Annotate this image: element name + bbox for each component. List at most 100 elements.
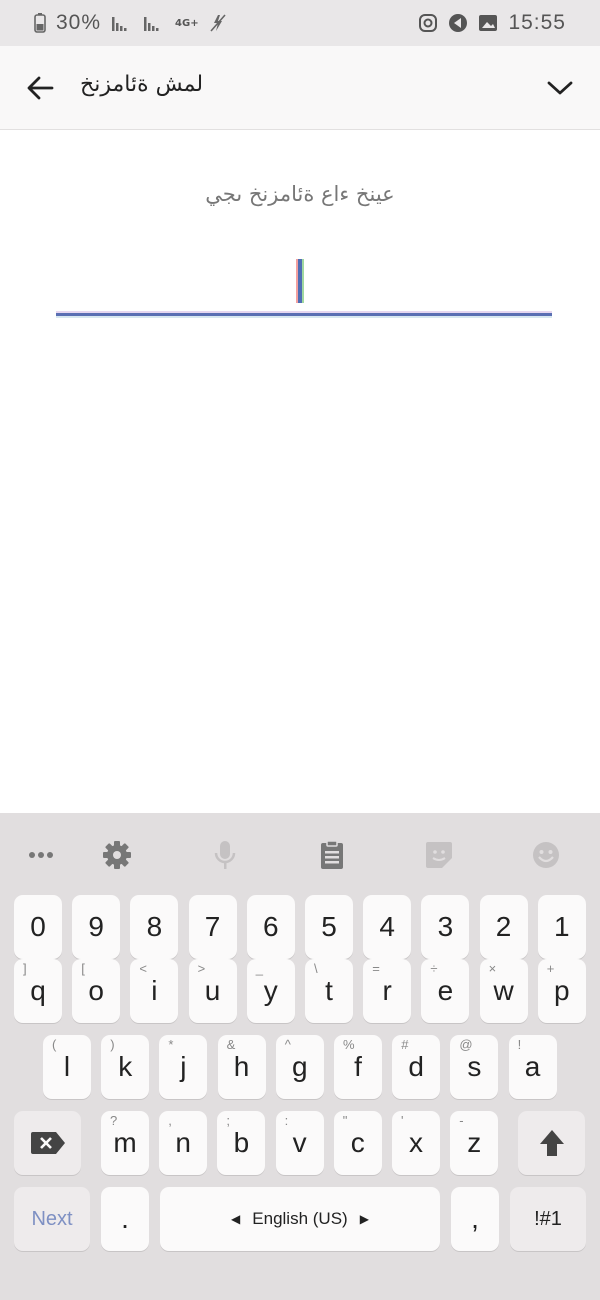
key-label: s: [467, 1051, 482, 1082]
key-r[interactable]: = r: [363, 959, 412, 1023]
key-b[interactable]: ; b: [217, 1111, 266, 1175]
key-m[interactable]: ? m: [101, 1111, 149, 1175]
key-label: 1: [554, 911, 570, 942]
key-0[interactable]: 0: [14, 895, 62, 959]
signal-icon-2: [143, 14, 165, 32]
key-6[interactable]: 6: [246, 895, 295, 959]
collapse-button[interactable]: [536, 68, 584, 108]
gear-icon[interactable]: [97, 835, 137, 875]
key-p[interactable]: + p: [537, 959, 586, 1023]
key-o[interactable]: [o: [72, 959, 121, 1023]
backspace-icon: [30, 1132, 65, 1154]
key-label: f: [354, 1051, 362, 1082]
app-bar: لمش ةئامزنخ: [0, 46, 600, 130]
gallery-icon: [478, 14, 498, 32]
key-label: g: [292, 1051, 308, 1082]
key-label: 2: [495, 911, 512, 942]
key-n[interactable]: ,n: [159, 1111, 208, 1175]
key-h[interactable]: & h: [217, 1035, 266, 1099]
key-label: c: [350, 1127, 365, 1158]
key-z[interactable]: -z: [450, 1111, 499, 1175]
key-alt-label: \: [314, 961, 318, 976]
key-a[interactable]: ! a: [508, 1035, 557, 1099]
key-v[interactable]: :v: [275, 1111, 324, 1175]
comma-key[interactable]: ,: [451, 1187, 499, 1251]
key-f[interactable]: % f: [334, 1035, 382, 1099]
key-j[interactable]: * j: [159, 1035, 208, 1099]
key-alt-label: ?: [110, 1113, 118, 1128]
key-alt-label: -: [459, 1113, 464, 1128]
key-9[interactable]: 9: [72, 895, 121, 959]
key-q[interactable]: ] q: [14, 959, 62, 1023]
key-4[interactable]: 4: [363, 895, 412, 959]
key-label: v: [292, 1127, 307, 1158]
more-icon[interactable]: [21, 835, 61, 875]
arrow-left-icon: [27, 76, 54, 100]
key-1[interactable]: 1: [537, 895, 586, 959]
right-arrow-icon: ▶: [359, 1212, 369, 1226]
key-alt-label: *: [168, 1037, 174, 1052]
key-2[interactable]: 2: [479, 895, 528, 959]
key-alt-label: ': [401, 1113, 404, 1128]
key-label: r: [382, 975, 392, 1006]
key-alt-label: ): [110, 1037, 115, 1052]
key-e[interactable]: ÷ e: [421, 959, 470, 1023]
key-3[interactable]: 3: [421, 895, 470, 959]
period-key-label: .: [121, 1203, 129, 1234]
left-arrow-icon: ◀: [231, 1212, 241, 1226]
next-key-label: Next: [31, 1207, 73, 1230]
symbols-key[interactable]: !#1: [510, 1187, 586, 1251]
backspace-key[interactable]: [14, 1111, 81, 1175]
space-key-label: English (US): [252, 1209, 348, 1228]
clipboard-icon[interactable]: [312, 835, 352, 875]
key-g[interactable]: ^ g: [275, 1035, 324, 1099]
key-7[interactable]: 7: [188, 895, 237, 959]
comma-key-label: ,: [471, 1203, 479, 1234]
key-label: 9: [88, 911, 104, 942]
key-w[interactable]: × w: [479, 959, 528, 1023]
key-label: d: [408, 1051, 424, 1082]
key-alt-label: %: [343, 1037, 355, 1052]
key-label: 6: [263, 911, 279, 942]
battery-icon: [34, 13, 46, 33]
key-i[interactable]: < i: [130, 959, 179, 1023]
instagram-icon: [418, 13, 438, 33]
back-button[interactable]: [18, 66, 62, 110]
key-x[interactable]: ' x: [392, 1111, 440, 1175]
emoji-icon[interactable]: [526, 835, 566, 875]
key-s[interactable]: @ s: [450, 1035, 499, 1099]
key-k[interactable]: ) k: [101, 1035, 150, 1099]
space-key[interactable]: ◀ English (US) ▶: [160, 1187, 440, 1251]
text-input[interactable]: [56, 255, 552, 321]
key-5[interactable]: 5: [305, 895, 353, 959]
key-t[interactable]: \ t: [305, 959, 353, 1023]
telegram-icon: [448, 13, 468, 33]
key-label: 4: [379, 911, 395, 942]
key-alt-label: ×: [488, 961, 497, 976]
key-y[interactable]: _ y: [246, 959, 295, 1023]
key-alt-label: &: [226, 1037, 236, 1052]
key-label: 0: [30, 911, 46, 942]
key-c[interactable]: " c: [333, 1111, 382, 1175]
key-d[interactable]: # d: [392, 1035, 441, 1099]
key-alt-label: ^: [284, 1037, 291, 1052]
key-label: m: [113, 1127, 137, 1158]
chevron-down-icon: [547, 81, 573, 95]
next-key[interactable]: Next: [14, 1187, 90, 1251]
key-alt-label: ]: [23, 961, 27, 976]
shift-key[interactable]: [518, 1111, 585, 1175]
key-u[interactable]: > u: [188, 959, 237, 1023]
key-alt-label: #: [401, 1037, 409, 1052]
key-alt-label: +: [546, 961, 555, 976]
key-label: p: [554, 975, 570, 1006]
key-label: x: [409, 1127, 423, 1158]
key-label: k: [118, 1051, 133, 1082]
period-key[interactable]: .: [101, 1187, 149, 1251]
sticker-icon[interactable]: [419, 835, 459, 875]
key-alt-label: <: [139, 961, 147, 976]
key-l[interactable]: (l: [43, 1035, 91, 1099]
microphone-icon[interactable]: [205, 835, 245, 875]
key-8[interactable]: 8: [130, 895, 179, 959]
key-alt-label: _: [255, 961, 264, 976]
signal-icon: [111, 14, 133, 32]
